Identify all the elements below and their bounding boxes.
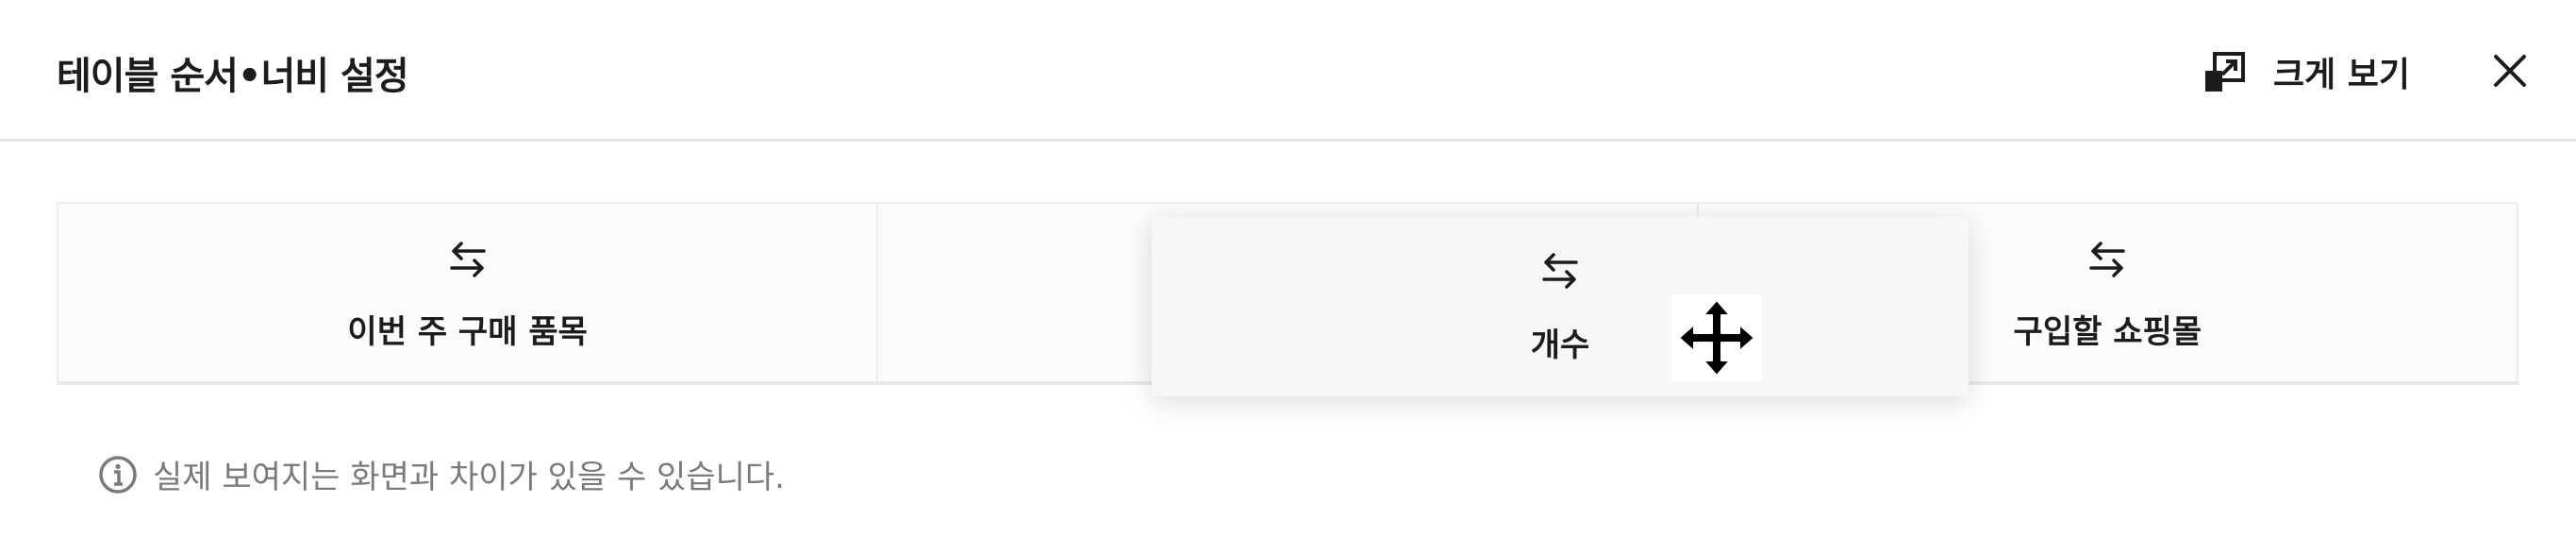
expand-view-label: 크게 보기 (2273, 56, 2411, 94)
notice: 실제 보여지는 화면과 차이가 있을 수 있습니다. (98, 451, 785, 497)
swap-arrows-icon (449, 242, 486, 277)
swap-arrows-icon (1542, 253, 1578, 289)
swap-arrows-icon (2089, 242, 2126, 277)
column-header-purchase-items[interactable]: 이번 주 구매 품목 (58, 204, 879, 381)
move-cursor-icon (1671, 294, 1762, 381)
close-icon[interactable] (2486, 47, 2534, 94)
expand-view-button[interactable]: 크게 보기 (2203, 45, 2410, 98)
notice-text: 실제 보여지는 화면과 차이가 있을 수 있습니다. (153, 459, 785, 496)
expand-window-icon (2205, 52, 2245, 92)
dialog-header: 테이블 순서•너비 설정 크게 보기 (0, 0, 2576, 142)
column-label: 구입할 쇼핑몰 (2013, 313, 2202, 351)
dragging-column-label: 개수 (1530, 327, 1590, 364)
dialog-title: 테이블 순서•너비 설정 (57, 55, 409, 98)
column-label: 이번 주 구매 품목 (347, 313, 588, 351)
info-icon (99, 455, 137, 494)
dragging-column-card[interactable]: 개수 (1152, 217, 1969, 396)
